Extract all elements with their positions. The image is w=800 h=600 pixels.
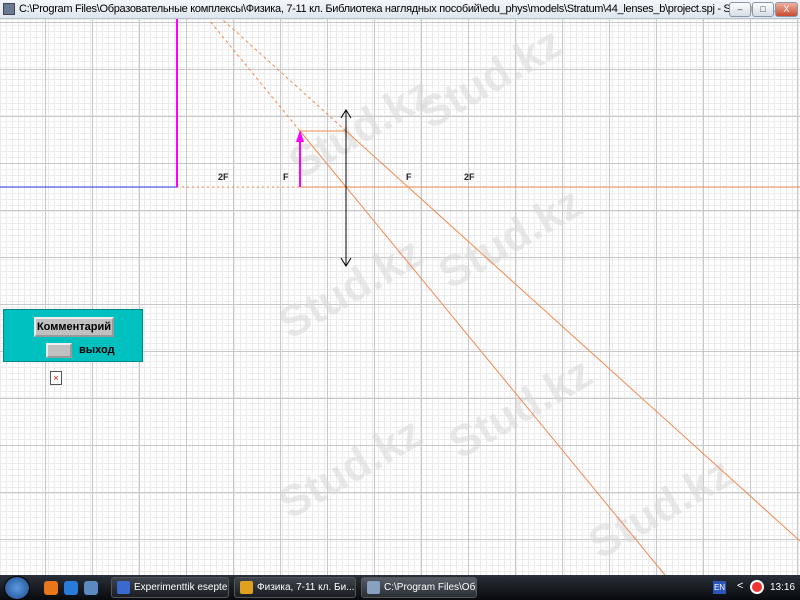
folder-icon <box>240 581 253 594</box>
label-left-f: F <box>283 172 289 182</box>
ie-icon[interactable] <box>64 581 78 595</box>
watermark: Stud.kz <box>431 178 591 299</box>
desktop-icon[interactable] <box>84 581 98 595</box>
taskbar: Experimenttik esepte... Физика, 7-11 кл.… <box>0 575 800 600</box>
watermark: Stud.kz <box>441 348 601 469</box>
exit-label: выход <box>79 344 115 356</box>
control-panel: Комментарий выход <box>3 309 143 362</box>
comment-button[interactable]: Комментарий <box>34 317 114 337</box>
stratum-icon <box>367 581 380 594</box>
lens-diagram: Stud.kz Stud.kz Stud.kz Stud.kz Stud.kz … <box>0 0 800 600</box>
clock[interactable]: 13:16 <box>770 582 795 593</box>
word-icon <box>117 581 130 594</box>
task-label: Experimenttik esepte... <box>134 582 229 593</box>
task-word[interactable]: Experimenttik esepte... <box>111 577 229 598</box>
firefox-icon[interactable] <box>44 581 58 595</box>
task-label: Физика, 7-11 кл. Би... <box>257 582 355 593</box>
watermarks: Stud.kz Stud.kz Stud.kz Stud.kz Stud.kz … <box>271 18 741 569</box>
ray-refracted-extension <box>223 20 346 131</box>
task-physics[interactable]: Физика, 7-11 кл. Би... <box>234 577 356 598</box>
label-left-2f: 2F <box>218 172 229 182</box>
task-stratum[interactable]: C:\Program Files\Обр... <box>361 577 477 598</box>
watermark: Stud.kz <box>271 408 431 529</box>
tray-expand-icon[interactable]: < <box>737 580 743 592</box>
language-indicator[interactable]: EN <box>713 581 726 594</box>
start-button[interactable] <box>4 576 30 600</box>
label-right-f: F <box>406 172 412 182</box>
watermark: Stud.kz <box>271 228 431 349</box>
ray-center <box>300 131 665 575</box>
tray-app-icon[interactable] <box>750 580 764 594</box>
task-label: C:\Program Files\Обр... <box>384 582 477 593</box>
label-right-2f: 2F <box>464 172 475 182</box>
ray-center-extension <box>209 20 300 131</box>
close-icon[interactable]: × <box>50 371 62 385</box>
watermark: Stud.kz <box>281 68 441 189</box>
exit-button[interactable] <box>46 343 72 358</box>
watermark: Stud.kz <box>411 18 571 139</box>
